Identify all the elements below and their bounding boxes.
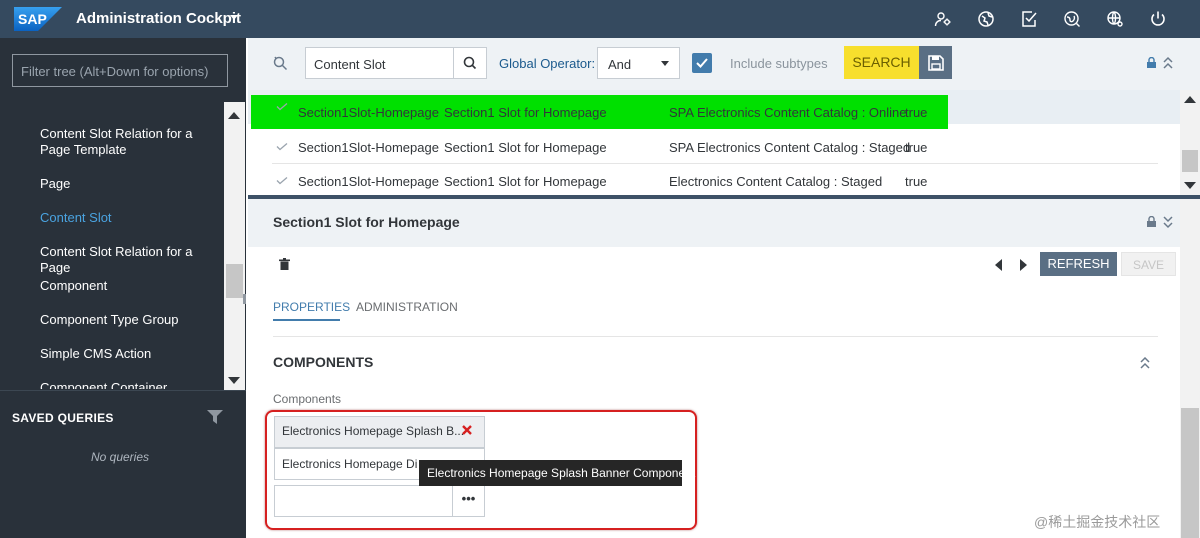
tasks-check-icon[interactable] [1020, 10, 1038, 28]
cell-catalog: SPA Electronics Content Catalog : Staged [669, 140, 911, 155]
collapse-section-icon[interactable] [1140, 357, 1150, 369]
tab-properties[interactable]: PROPERTIES [273, 300, 350, 314]
tree-scrollbar[interactable] [224, 102, 245, 390]
tree-item-component-container[interactable]: Component Container [40, 380, 220, 389]
cell-name: Section1 Slot for Homepage [444, 174, 607, 189]
pane-collapse-handle[interactable] [243, 294, 246, 304]
type-tree: Content Slot Relation for a Page Templat… [0, 102, 224, 389]
tree-item-simple-cms-action[interactable]: Simple CMS Action [40, 346, 220, 362]
floppy-disk-icon [928, 55, 944, 71]
saved-queries-title: SAVED QUERIES [12, 411, 114, 425]
cell-name: Section1 Slot for Homepage [444, 140, 607, 155]
left-navigation-pane: Filter tree (Alt+Down for options) Conte… [0, 38, 246, 538]
cell-name: Section1 Slot for Homepage [444, 105, 607, 120]
cell-uid: Section1Slot-Homepage [298, 174, 439, 189]
save-query-button[interactable] [919, 46, 952, 79]
advanced-search-icon[interactable] [272, 55, 288, 71]
checkmark-icon [696, 58, 708, 68]
scroll-down-arrow-icon[interactable] [1184, 182, 1196, 189]
table-row[interactable]: Section1Slot-Homepage Section1 Slot for … [248, 164, 1180, 196]
search-button[interactable]: SEARCH [844, 46, 919, 79]
include-subtypes-checkbox[interactable] [692, 53, 712, 73]
divider [0, 390, 246, 391]
tab-divider [273, 336, 1158, 337]
app-title[interactable]: Administration Cockpit [76, 10, 241, 27]
check-icon [276, 143, 288, 151]
editor-title: Section1 Slot for Homepage [273, 214, 460, 230]
table-row[interactable]: Section1Slot-Homepage Section1 Slot for … [248, 130, 1180, 164]
sap-logo: SAP [14, 7, 62, 31]
cell-uid: Section1Slot-Homepage [298, 140, 439, 155]
check-icon [276, 177, 288, 185]
search-results-list: Section1Slot-Homepage Section1 Slot for … [248, 90, 1180, 196]
cell-active: true [905, 174, 928, 189]
check-icon [276, 103, 288, 111]
settings-globe-icon[interactable] [1106, 10, 1124, 28]
include-subtypes-label: Include subtypes [730, 56, 828, 71]
save-button[interactable]: SAVE [1121, 252, 1176, 276]
watermark-text: @稀土掘金技术社区 [1034, 514, 1161, 530]
tree-item-page[interactable]: Page [40, 176, 220, 192]
app-menu-caret-icon[interactable] [230, 15, 238, 20]
table-row[interactable]: Section1Slot-Homepage Section1 Slot for … [248, 90, 1180, 129]
collapse-double-chevron-icon[interactable] [1163, 56, 1173, 70]
tree-item-content-slot-relation-page-template[interactable]: Content Slot Relation for a Page Templat… [40, 126, 220, 158]
cell-catalog: SPA Electronics Content Catalog : Online [669, 105, 907, 120]
tree-scrollbar-thumb[interactable] [226, 264, 243, 298]
cell-active: true [905, 105, 928, 120]
scroll-up-arrow-icon[interactable] [1184, 96, 1196, 103]
results-scrollbar-thumb[interactable] [1182, 150, 1198, 172]
cell-active: true [905, 140, 928, 155]
next-arrow-icon[interactable] [1020, 259, 1027, 271]
type-search-input[interactable]: Content Slot [305, 47, 454, 79]
expand-double-chevron-icon[interactable] [1163, 215, 1173, 229]
results-scrollbar[interactable] [1180, 90, 1200, 196]
cell-uid: Section1Slot-Homepage [298, 105, 439, 120]
tree-item-content-slot-relation-page[interactable]: Content Slot Relation for a Page [40, 244, 220, 276]
trash-icon[interactable] [279, 258, 290, 270]
user-settings-icon[interactable] [934, 10, 952, 28]
search-icon [463, 56, 477, 70]
globe-icon[interactable] [977, 10, 995, 28]
type-search-button[interactable] [453, 47, 487, 79]
lock-icon[interactable] [1147, 57, 1156, 68]
dropdown-caret-icon[interactable] [661, 61, 669, 66]
logo-text: SAP [18, 11, 47, 27]
editor-scrollbar-thumb[interactable] [1181, 408, 1199, 538]
global-search-icon[interactable] [1063, 10, 1081, 28]
section-title: COMPONENTS [273, 354, 374, 370]
scroll-up-arrow-icon[interactable] [228, 112, 240, 119]
global-operator-label: Global Operator: [499, 56, 596, 71]
active-tab-indicator [273, 319, 340, 321]
lock-icon[interactable] [1147, 216, 1156, 227]
refresh-button[interactable]: REFRESH [1040, 252, 1117, 276]
filter-funnel-icon[interactable] [207, 410, 223, 424]
tree-item-component[interactable]: Component [40, 278, 220, 294]
scroll-down-arrow-icon[interactable] [228, 377, 240, 384]
no-queries-text: No queries [90, 450, 150, 464]
components-label: Components [273, 392, 342, 406]
tab-administration[interactable]: ADMINISTRATION [356, 300, 458, 314]
filter-tree-input[interactable]: Filter tree (Alt+Down for options) [12, 54, 228, 87]
tooltip: Electronics Homepage Splash Banner Compo… [419, 460, 695, 486]
tree-item-component-type-group[interactable]: Component Type Group [40, 312, 220, 328]
cell-catalog: Electronics Content Catalog : Staged [669, 174, 883, 189]
previous-arrow-icon[interactable] [995, 259, 1002, 271]
tree-item-content-slot[interactable]: Content Slot [40, 210, 220, 226]
power-icon[interactable] [1149, 10, 1167, 28]
